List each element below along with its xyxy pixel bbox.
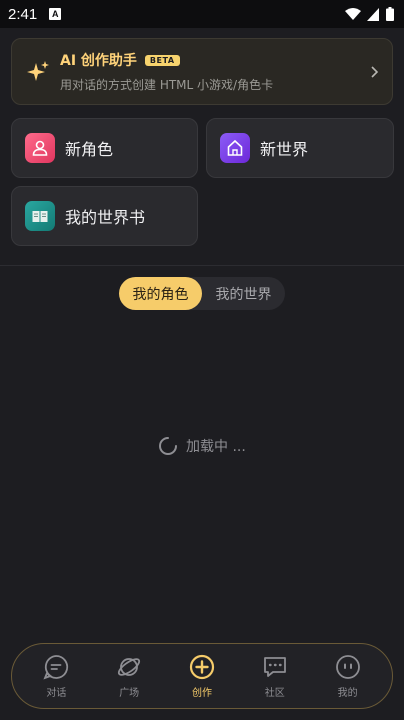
loading-text: 加载中 ... [186,439,246,455]
spinner-icon [159,437,177,455]
new-world-label: 新世界 [260,140,309,159]
wifi-icon [345,7,361,20]
nav-item-plaza[interactable]: 广场 [99,654,159,699]
new-character-label: 新角色 [65,140,114,159]
bottom-navigation: 对话 广场 创作 社区 我的 [11,643,393,709]
nav-label-chat: 对话 [46,687,67,699]
beta-badge: BETA [144,54,180,66]
nav-item-create[interactable]: 创作 [172,654,232,699]
section-divider [0,265,404,266]
sparkle-icon [27,60,49,81]
ai-banner-subtitle: 用对话的方式创建 HTML 小游戏/角色卡 [60,78,274,92]
message-icon [263,656,286,677]
nav-label-create: 创作 [191,687,212,699]
chat-icon [43,654,69,680]
status-icons [345,7,394,21]
battery-icon [386,7,394,21]
nav-label-plaza: 广场 [119,687,140,699]
book-icon [25,201,55,231]
my-worldbook-label: 我的世界书 [65,208,146,227]
tab-my-worlds[interactable]: 我的世界 [202,277,285,310]
tab-my-characters[interactable]: 我的角色 [119,277,202,310]
content-tabs: 我的角色 我的世界 [119,277,285,310]
new-world-button[interactable]: 新世界 [206,118,394,178]
ai-banner-title: AI 创作助手 [60,53,137,69]
loading-indicator: 加载中 ... [158,436,246,456]
my-worldbook-button[interactable]: 我的世界书 [11,186,198,246]
status-time: 2:41 [8,5,38,23]
planet-icon [118,657,141,676]
home-icon [220,133,250,163]
nav-label-profile: 我的 [337,687,358,699]
profile-face-icon [335,654,360,679]
nav-item-profile[interactable]: 我的 [318,654,378,699]
ai-assistant-banner[interactable]: AI 创作助手 BETA 用对话的方式创建 HTML 小游戏/角色卡 [11,38,393,105]
chevron-right-icon [371,65,379,78]
nav-item-community[interactable]: 社区 [245,654,305,699]
app-notification-icon: A [49,8,62,20]
nav-label-community: 社区 [264,687,285,699]
signal-icon [367,7,379,21]
nav-item-chat[interactable]: 对话 [26,654,86,699]
plus-circle-icon [189,654,215,679]
status-bar: 2:41 A [0,0,404,28]
user-icon [25,133,55,163]
new-character-button[interactable]: 新角色 [11,118,198,178]
